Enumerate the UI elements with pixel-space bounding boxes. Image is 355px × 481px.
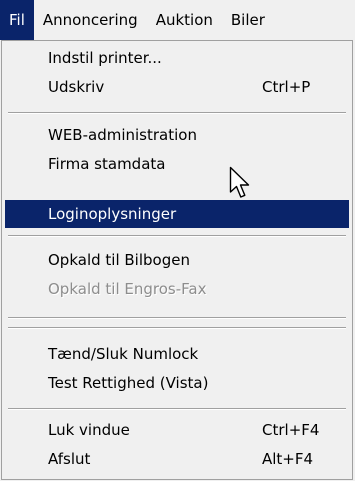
fil-dropdown-menu: Indstil printer... Udskriv Ctrl+P WEB-ad…	[1, 40, 353, 480]
menu-item-luk-vindue[interactable]: Luk vindue Ctrl+F4	[6, 416, 348, 444]
menu-separator	[8, 112, 346, 114]
menu-separator	[8, 317, 346, 319]
menu-item-afslut[interactable]: Afslut Alt+F4	[6, 445, 348, 473]
menu-bar: Fil Annoncering Auktion Biler	[0, 0, 355, 40]
menu-item-shortcut: Ctrl+F4	[262, 421, 320, 439]
menubar-item-annoncering[interactable]: Annoncering	[34, 0, 147, 40]
menu-item-indstil-printer[interactable]: Indstil printer...	[6, 44, 348, 72]
menu-item-loginoplysninger[interactable]: Loginoplysninger	[5, 200, 349, 228]
menu-item-opkald-engros-fax: Opkald til Engros-Fax	[6, 275, 348, 303]
menu-item-label: Opkald til Bilbogen	[48, 251, 190, 269]
menu-item-label: Udskriv	[48, 78, 105, 96]
menu-separator	[8, 408, 346, 410]
menu-item-label: Indstil printer...	[48, 49, 162, 67]
menu-item-label: Afslut	[48, 450, 91, 468]
menu-separator	[8, 235, 346, 237]
menu-item-label: Tænd/Sluk Numlock	[48, 345, 199, 363]
menubar-item-fil[interactable]: Fil	[0, 0, 34, 40]
menu-item-firma-stamdata[interactable]: Firma stamdata	[6, 150, 348, 178]
menu-item-label: Opkald til Engros-Fax	[48, 280, 207, 298]
menu-item-label: WEB-administration	[48, 126, 197, 144]
application-window: Fil Annoncering Auktion Biler Indstil pr…	[0, 0, 355, 481]
menu-item-label: Test Rettighed (Vista)	[48, 374, 209, 392]
menubar-item-biler[interactable]: Biler	[222, 0, 274, 40]
menu-item-shortcut: Alt+F4	[262, 450, 314, 468]
menu-item-web-administration[interactable]: WEB-administration	[6, 121, 348, 149]
menu-item-test-rettighed[interactable]: Test Rettighed (Vista)	[6, 369, 348, 397]
menu-item-taend-sluk-numlock[interactable]: Tænd/Sluk Numlock	[6, 340, 348, 368]
menubar-item-auktion[interactable]: Auktion	[147, 0, 222, 40]
menu-item-shortcut: Ctrl+P	[262, 78, 311, 96]
menu-item-opkald-bilbogen[interactable]: Opkald til Bilbogen	[6, 246, 348, 274]
menu-item-label: Firma stamdata	[48, 155, 166, 173]
menu-item-label: Loginoplysninger	[48, 205, 177, 223]
menu-item-udskriv[interactable]: Udskriv Ctrl+P	[6, 73, 348, 101]
menu-separator	[8, 327, 346, 329]
menu-item-label: Luk vindue	[48, 421, 130, 439]
mouse-pointer-icon	[229, 166, 250, 198]
